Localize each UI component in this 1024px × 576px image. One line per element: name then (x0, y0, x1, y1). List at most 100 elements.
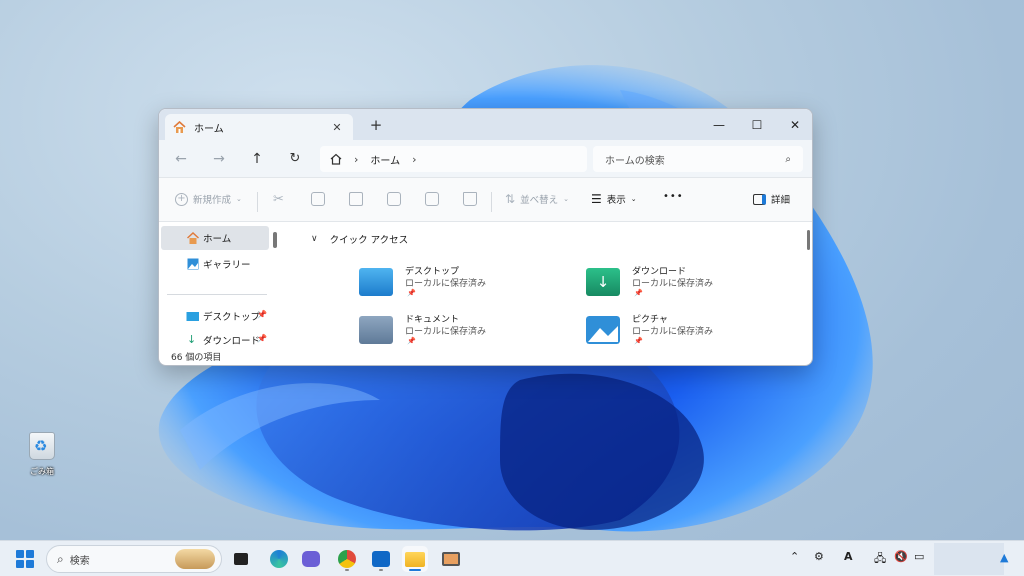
more-options-button[interactable]: ••• (663, 191, 684, 202)
search-icon: ⌕ (57, 551, 64, 566)
view-list-icon: ☰ (591, 192, 602, 206)
sidebar-item-label: デスクトップ (203, 312, 261, 323)
item-status: ローカルに保存済み (632, 279, 714, 289)
quick-access-item-downloads[interactable]: ↓ ダウンロード ローカルに保存済み 📌 (586, 264, 786, 304)
sidebar-item-home[interactable]: ホーム (161, 226, 269, 250)
outlook-app-button[interactable] (368, 546, 394, 572)
quick-access-title: クイック アクセス (329, 235, 409, 246)
downloads-folder-icon: ↓ (586, 268, 620, 296)
recycle-bin-shortcut[interactable]: ごみ箱 (24, 432, 60, 477)
command-bar: + 新規作成 ⌄ ✂ ⇅ 並べ替え ⌄ ☰ 表示 ⌄ ••• 詳細 (159, 178, 812, 222)
file-explorer-app-button[interactable] (402, 546, 428, 572)
sort-label: 並べ替え (520, 195, 559, 206)
recycle-bin-label: ごみ箱 (30, 467, 54, 476)
plus-circle-icon: + (175, 192, 188, 206)
chevron-right-icon[interactable]: › (412, 153, 416, 166)
breadcrumb-home[interactable]: ホーム (370, 152, 400, 167)
sidebar-item-label: ホーム (203, 234, 232, 245)
teams-app-button[interactable] (298, 546, 324, 572)
pin-icon: 📌 (407, 337, 416, 345)
explorer-body: ホーム ギャラリー デスクトップ 📌 ↓ ダウンロード 📌 ∨ クイック アクセ… (159, 222, 812, 348)
documents-folder-icon (359, 316, 393, 344)
new-button[interactable]: + 新規作成 ⌄ (175, 192, 242, 206)
cut-button[interactable]: ✂ (273, 192, 284, 207)
pin-icon[interactable]: 📌 (257, 334, 267, 343)
home-icon (187, 232, 199, 244)
taskbar: ⌕ 検索 ⌃ ⚙ A 🖧 🔇 ▭ ▲ (0, 540, 1024, 576)
chevron-down-icon: ∨ (311, 234, 318, 244)
share-button[interactable] (425, 192, 439, 206)
chevron-down-icon: ⌄ (236, 195, 242, 203)
trash-icon (463, 192, 477, 206)
quick-access-item-desktop[interactable]: デスクトップ ローカルに保存済み 📌 (359, 264, 559, 304)
navigation-pane: ホーム ギャラリー デスクトップ 📌 ↓ ダウンロード 📌 (159, 222, 271, 348)
sidebar-item-desktop[interactable]: デスクトップ 📌 (161, 304, 269, 328)
file-explorer-window: ホーム ✕ + — ☐ ✕ ← → ↑ ↻ › ホーム › ホームの検索 ⌕ +… (158, 108, 813, 366)
new-tab-button[interactable]: + (367, 117, 385, 133)
tab-label: ホーム (194, 123, 224, 135)
tab-home[interactable]: ホーム ✕ (165, 114, 353, 140)
paste-icon (349, 192, 363, 206)
sidebar-item-gallery[interactable]: ギャラリー (161, 252, 269, 276)
navigation-bar: ← → ↑ ↻ › ホーム › ホームの検索 ⌕ (159, 140, 812, 178)
pin-icon[interactable]: 📌 (257, 310, 267, 319)
title-bar: ホーム ✕ + — ☐ ✕ (159, 109, 812, 140)
sort-button[interactable]: ⇅ 並べ替え ⌄ (505, 192, 569, 206)
up-button[interactable]: ↑ (247, 150, 267, 168)
show-hidden-icons-button[interactable]: ⌃ (790, 550, 799, 563)
maximize-button[interactable]: ☐ (738, 109, 776, 140)
minimize-button[interactable]: — (700, 109, 738, 140)
quick-access-item-pictures[interactable]: ピクチャ ローカルに保存済み 📌 (586, 312, 786, 352)
edge-app-button[interactable] (266, 546, 292, 572)
content-scrollbar[interactable] (807, 230, 810, 250)
start-button[interactable] (16, 550, 34, 568)
forward-button[interactable]: → (209, 150, 229, 168)
remote-desktop-icon (442, 552, 460, 566)
remote-desktop-app-button[interactable] (438, 546, 464, 572)
battery-icon[interactable]: ▭ (914, 550, 924, 563)
task-view-button[interactable] (228, 546, 254, 572)
clock-area[interactable] (934, 543, 1004, 575)
refresh-button[interactable]: ↻ (285, 150, 305, 168)
speaker-muted-icon[interactable]: 🔇 (894, 550, 908, 563)
sidebar-divider (167, 294, 267, 295)
taskbar-search[interactable]: ⌕ 検索 (46, 545, 222, 573)
item-status: ローカルに保存済み (405, 279, 487, 289)
outlook-icon (372, 551, 390, 567)
gallery-icon (187, 258, 199, 270)
search-input[interactable]: ホームの検索 ⌕ (593, 146, 803, 172)
content-pane: ∨ クイック アクセス デスクトップ ローカルに保存済み 📌 ↓ ダウンロード … (281, 222, 812, 348)
delete-button[interactable] (463, 192, 477, 206)
toolbar-divider (257, 192, 258, 212)
rename-icon (387, 192, 401, 206)
tab-close-button[interactable]: ✕ (329, 121, 345, 134)
home-icon (330, 153, 342, 165)
sidebar-item-downloads[interactable]: ↓ ダウンロード 📌 (161, 328, 269, 352)
view-button[interactable]: ☰ 表示 ⌄ (591, 192, 637, 206)
task-view-icon (234, 553, 248, 565)
back-button[interactable]: ← (171, 150, 191, 168)
address-bar[interactable]: › ホーム › (320, 146, 587, 172)
sidebar-scrollbar[interactable] (273, 232, 277, 248)
details-button[interactable]: 詳細 (753, 192, 790, 206)
copy-button[interactable] (311, 192, 325, 206)
sidebar-item-label: ダウンロード (203, 336, 261, 347)
chrome-app-button[interactable] (334, 546, 360, 572)
chevron-down-icon: ⌄ (630, 195, 637, 203)
pin-icon: 📌 (407, 289, 416, 297)
view-label: 表示 (606, 195, 626, 206)
item-status: ローカルに保存済み (405, 327, 487, 337)
pictures-folder-icon (586, 316, 620, 344)
chevron-down-icon: ⌄ (563, 195, 569, 203)
quick-access-item-documents[interactable]: ドキュメント ローカルに保存済み 📌 (359, 312, 559, 352)
search-highlight-icon (175, 549, 215, 569)
quick-access-header[interactable]: ∨ クイック アクセス (311, 232, 408, 246)
notification-icon[interactable]: ▲ (1000, 551, 1008, 564)
copy-icon (311, 192, 325, 206)
paste-button[interactable] (349, 192, 363, 206)
network-icon[interactable]: 🖧 (874, 550, 886, 569)
tray-app-icon[interactable]: ⚙ (814, 550, 824, 563)
rename-button[interactable] (387, 192, 401, 206)
close-button[interactable]: ✕ (776, 109, 812, 140)
tray-app-a-icon[interactable]: A (844, 550, 853, 563)
